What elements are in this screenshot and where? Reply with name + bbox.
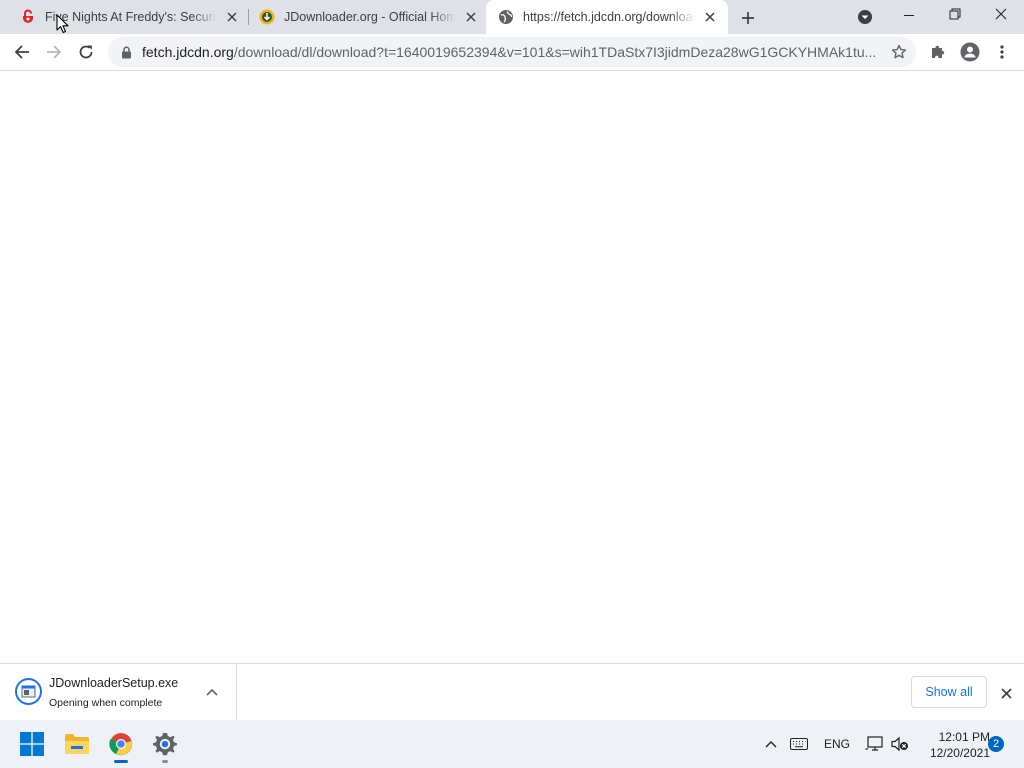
system-clock[interactable]: 12:01 PM 12/20/2021 bbox=[916, 729, 990, 761]
close-icon bbox=[1000, 687, 1012, 699]
restore-icon bbox=[949, 8, 961, 20]
profile-button[interactable] bbox=[956, 38, 984, 66]
taskbar: ENG 12:01 PM 12/20/2021 bbox=[0, 720, 1024, 768]
tab-title: JDownloader.org - Official Home bbox=[284, 10, 456, 24]
url-text: fetch.jdcdn.org/download/dl/download?t=1… bbox=[142, 44, 878, 60]
chevron-down-circle-icon bbox=[858, 10, 872, 24]
network-icon[interactable] bbox=[864, 734, 884, 754]
arrow-left-icon bbox=[14, 45, 29, 59]
chrome-taskbar-button[interactable] bbox=[105, 728, 137, 763]
tab-jdownloader[interactable]: JDownloader.org - Official Home bbox=[239, 0, 487, 34]
keyboard-icon bbox=[790, 738, 808, 750]
tab-fnaf[interactable]: Five Nights At Freddy's: Security bbox=[0, 0, 248, 34]
running-app-indicator bbox=[162, 760, 168, 763]
close-shelf-button[interactable] bbox=[997, 684, 1015, 702]
in-progress-file-icon bbox=[15, 678, 42, 705]
chrome-icon bbox=[109, 733, 132, 756]
more-vertical-icon bbox=[1000, 45, 1004, 59]
download-status: Opening when complete bbox=[49, 697, 163, 709]
clock-date: 12/20/2021 bbox=[929, 746, 990, 760]
minimize-button[interactable] bbox=[900, 6, 918, 24]
notification-count-badge[interactable]: 2 bbox=[988, 736, 1004, 752]
chevron-up-icon bbox=[765, 741, 777, 748]
close-tab-icon[interactable] bbox=[224, 9, 240, 25]
download-filename: JDownloaderSetup.exe bbox=[49, 676, 179, 690]
show-hidden-icons-button[interactable] bbox=[762, 736, 780, 752]
page-content bbox=[0, 71, 1024, 663]
clock-time: 12:01 PM bbox=[938, 730, 990, 744]
download-options-button[interactable] bbox=[204, 684, 220, 700]
gear-icon bbox=[153, 733, 177, 756]
bookmark-star-icon[interactable] bbox=[890, 43, 908, 61]
close-tab-icon[interactable] bbox=[463, 9, 479, 25]
touch-keyboard-button[interactable] bbox=[789, 736, 809, 752]
tab-search-button[interactable] bbox=[856, 8, 874, 26]
tab-fetch-jdcdn[interactable]: https://fetch.jdcdn.org/download bbox=[486, 0, 728, 34]
close-tab-icon[interactable] bbox=[702, 9, 718, 25]
browser-toolbar: fetch.jdcdn.org/download/dl/download?t=1… bbox=[0, 34, 1024, 71]
restore-button[interactable] bbox=[946, 5, 964, 23]
menu-button[interactable] bbox=[988, 38, 1016, 66]
active-app-indicator bbox=[114, 760, 128, 763]
mouse-pointer-icon bbox=[56, 14, 69, 34]
new-tab-button[interactable] bbox=[738, 8, 758, 28]
file-explorer-button[interactable] bbox=[61, 728, 93, 760]
jdownloader-favicon-icon bbox=[259, 9, 275, 25]
avatar-icon bbox=[960, 42, 980, 62]
windows-logo-icon bbox=[20, 732, 44, 756]
minimize-icon bbox=[904, 15, 914, 16]
show-all-button[interactable]: Show all bbox=[911, 676, 987, 708]
back-button[interactable] bbox=[8, 38, 36, 66]
forward-button[interactable] bbox=[40, 38, 68, 66]
tab-strip: Five Nights At Freddy's: Security JDownl… bbox=[0, 0, 1024, 34]
download-item[interactable]: JDownloaderSetup.exe Opening when comple… bbox=[0, 664, 237, 720]
close-icon bbox=[995, 8, 1007, 20]
fnaf-favicon-icon bbox=[20, 9, 36, 25]
download-shelf: JDownloaderSetup.exe Opening when comple… bbox=[0, 663, 1024, 720]
volume-muted-icon[interactable] bbox=[890, 734, 910, 754]
close-window-button[interactable] bbox=[992, 5, 1010, 23]
lock-icon[interactable] bbox=[120, 45, 132, 59]
input-language[interactable]: ENG bbox=[820, 736, 854, 752]
address-bar[interactable]: fetch.jdcdn.org/download/dl/download?t=1… bbox=[108, 37, 916, 67]
puzzle-piece-icon bbox=[932, 45, 945, 58]
url-path: /download/dl/download?t=1640019652394&v=… bbox=[233, 44, 877, 60]
settings-taskbar-button[interactable] bbox=[149, 728, 181, 763]
arrow-right-icon bbox=[47, 45, 62, 59]
url-host: fetch.jdcdn.org bbox=[142, 44, 234, 60]
start-button[interactable] bbox=[16, 728, 48, 760]
extensions-button[interactable] bbox=[924, 38, 952, 66]
reload-icon bbox=[79, 45, 93, 59]
globe-icon bbox=[498, 9, 514, 25]
plus-icon bbox=[742, 12, 754, 24]
reload-button[interactable] bbox=[72, 38, 100, 66]
chevron-up-icon bbox=[206, 688, 218, 696]
tab-title: Five Nights At Freddy's: Security bbox=[45, 10, 217, 24]
tab-title: https://fetch.jdcdn.org/download bbox=[523, 10, 695, 24]
folder-icon bbox=[65, 734, 89, 754]
